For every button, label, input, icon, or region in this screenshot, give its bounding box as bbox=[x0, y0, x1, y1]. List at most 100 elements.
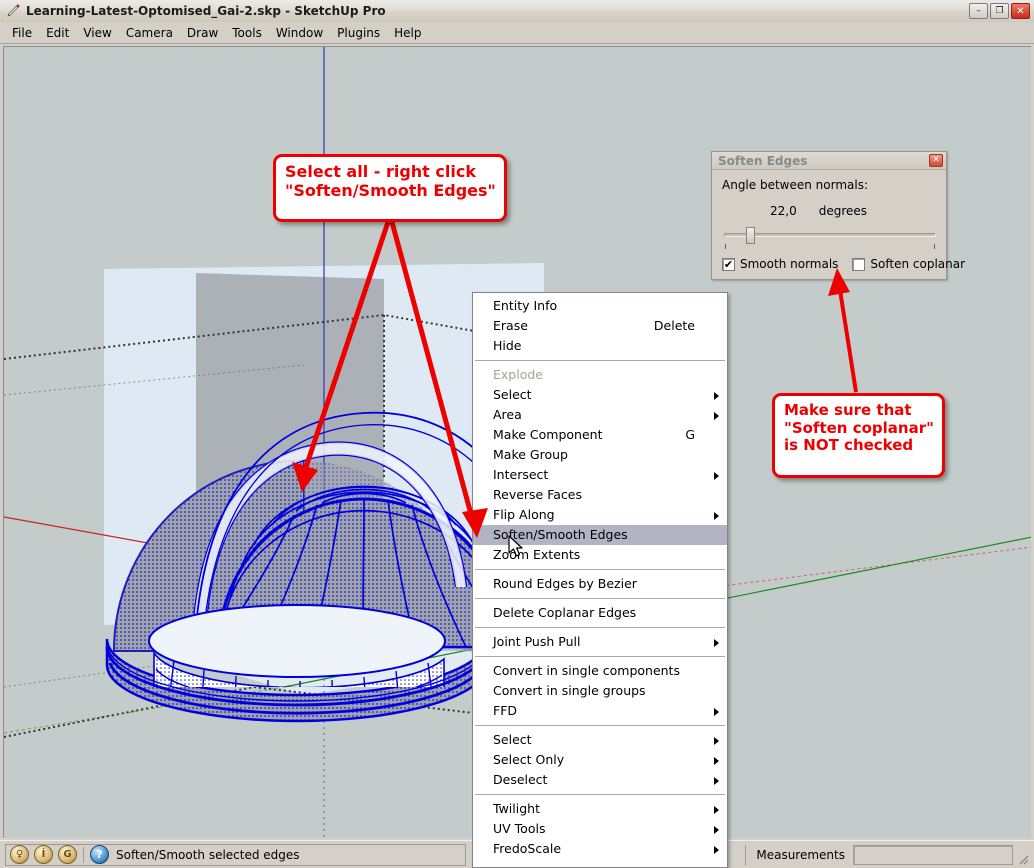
menubar-item-help[interactable]: Help bbox=[387, 24, 428, 42]
context-menu-item-make-group[interactable]: Make Group bbox=[473, 445, 727, 465]
context-menu-item-select[interactable]: Select bbox=[473, 730, 727, 750]
dialog-body: Angle between normals: 22,0 degrees ✔ Sm… bbox=[712, 170, 965, 271]
context-menu-item-label: Convert in single components bbox=[493, 663, 680, 678]
context-menu-item-label: Select bbox=[493, 387, 532, 402]
menubar-item-window[interactable]: Window bbox=[269, 24, 330, 42]
menubar-item-tools[interactable]: Tools bbox=[225, 24, 269, 42]
submenu-arrow-icon bbox=[714, 826, 719, 834]
submenu-arrow-icon bbox=[714, 708, 719, 716]
context-menu-item-erase[interactable]: Erase Delete bbox=[473, 316, 727, 336]
slider-tick-max bbox=[934, 244, 935, 249]
submenu-arrow-icon bbox=[714, 512, 719, 520]
callout-select-all-line-1: Select all - right click bbox=[285, 162, 476, 181]
angle-unit: degrees bbox=[818, 204, 868, 218]
smooth-normals-checkbox[interactable]: ✔ bbox=[722, 257, 735, 271]
status-text: Soften/Smooth selected edges bbox=[116, 847, 300, 862]
status-divider bbox=[83, 846, 84, 863]
context-menu[interactable]: Entity Info Erase Delete Hide Explode Select A… bbox=[472, 292, 728, 868]
dialog-close-button[interactable]: ✕ bbox=[929, 154, 943, 167]
context-menu-item-label: UV Tools bbox=[493, 821, 546, 836]
context-menu-item-label: Intersect bbox=[493, 467, 549, 482]
context-menu-item-label: FFD bbox=[493, 703, 518, 718]
submenu-arrow-icon bbox=[714, 777, 719, 785]
context-menu-item-entity-info[interactable]: Entity Info bbox=[473, 296, 727, 316]
help-icon[interactable]: ? bbox=[90, 845, 109, 864]
context-menu-item-flip-along[interactable]: Flip Along bbox=[473, 505, 727, 525]
minimize-button[interactable]: – bbox=[969, 3, 988, 19]
dialog-title: Soften Edges bbox=[718, 153, 808, 168]
context-menu-item-twilight[interactable]: Twilight bbox=[473, 799, 727, 819]
menubar-item-draw[interactable]: Draw bbox=[180, 24, 225, 42]
google-g-icon[interactable]: G bbox=[58, 845, 77, 864]
context-menu-item-label: Make Group bbox=[493, 447, 568, 462]
window-controls: – ❐ ✕ bbox=[969, 3, 1030, 19]
menubar-item-camera[interactable]: Camera bbox=[119, 24, 180, 42]
context-menu-item-deselect[interactable]: Deselect bbox=[473, 770, 727, 790]
submenu-arrow-icon bbox=[714, 472, 719, 480]
submenu-arrow-icon bbox=[714, 846, 719, 854]
context-menu-item-label: Deselect bbox=[493, 772, 548, 787]
close-button[interactable]: ✕ bbox=[1011, 3, 1030, 19]
location-pin-icon[interactable]: ♀ bbox=[10, 845, 29, 864]
angle-row: 22,0 degrees bbox=[722, 204, 936, 218]
context-menu-item-convert-in-single-groups[interactable]: Convert in single groups bbox=[473, 681, 727, 701]
person-icon[interactable]: İ bbox=[34, 845, 53, 864]
context-menu-item-fredoscale[interactable]: FredoScale bbox=[473, 839, 727, 859]
context-menu-item-label: Reverse Faces bbox=[493, 487, 582, 502]
callout-soften-coplanar-line-3: is NOT checked bbox=[784, 436, 914, 455]
title-bar: Learning-Latest-Optomised_Gai-2.skp - Sk… bbox=[0, 0, 1034, 23]
context-menu-item-label: Twilight bbox=[493, 801, 540, 816]
soften-edges-dialog[interactable]: Soften Edges ✕ Angle between normals: 22… bbox=[711, 151, 965, 280]
context-menu-item-round-edges-by-bezier[interactable]: Round Edges by Bezier bbox=[473, 574, 727, 594]
context-menu-item-label: Area bbox=[493, 407, 522, 422]
slider-thumb[interactable] bbox=[746, 227, 756, 244]
status-left-panel: ♀ İ G ? Soften/Smooth selected edges bbox=[5, 843, 466, 866]
measurements-divider bbox=[745, 845, 747, 865]
maximize-button[interactable]: ❐ bbox=[990, 3, 1009, 19]
context-menu-item-select-only[interactable]: Select Only bbox=[473, 750, 727, 770]
soften-coplanar-checkbox[interactable] bbox=[852, 257, 866, 271]
context-menu-item-joint-push-pull[interactable]: Joint Push Pull bbox=[473, 632, 727, 652]
window-title: Learning-Latest-Optomised_Gai-2.skp - Sk… bbox=[26, 4, 386, 18]
submenu-arrow-icon bbox=[714, 639, 719, 647]
context-menu-item-delete-coplanar-edges[interactable]: Delete Coplanar Edges bbox=[473, 603, 727, 623]
context-menu-item-label: Entity Info bbox=[493, 298, 558, 313]
context-menu-item-ffd[interactable]: FFD bbox=[473, 701, 727, 721]
menubar-item-file[interactable]: File bbox=[5, 24, 39, 42]
callout-select-all-line-2: "Soften/Smooth Edges" bbox=[285, 180, 496, 200]
context-menu-item-uv-tools[interactable]: UV Tools bbox=[473, 819, 727, 839]
soften-coplanar-label: Soften coplanar bbox=[870, 257, 966, 271]
context-menu-separator bbox=[475, 598, 725, 599]
context-menu-item-label: Select Only bbox=[493, 752, 565, 767]
menubar-item-plugins[interactable]: Plugins bbox=[330, 24, 387, 42]
context-menu-item-convert-in-single-components[interactable]: Convert in single components bbox=[473, 661, 727, 681]
context-menu-item-intersect[interactable]: Intersect bbox=[473, 465, 727, 485]
submenu-arrow-icon bbox=[714, 412, 719, 420]
context-menu-item-reverse-faces[interactable]: Reverse Faces bbox=[473, 485, 727, 505]
context-menu-item-make-component[interactable]: Make Component G bbox=[473, 425, 727, 445]
callout-soften-coplanar-line-2: "Soften coplanar" bbox=[784, 418, 934, 437]
callout-soften-coplanar-line-1: Make sure that bbox=[784, 401, 912, 419]
context-menu-separator bbox=[475, 569, 725, 570]
dialog-title-bar: Soften Edges ✕ bbox=[712, 152, 946, 170]
context-menu-item-explode: Explode bbox=[473, 365, 727, 385]
slider-track[interactable] bbox=[724, 233, 936, 237]
angle-slider[interactable] bbox=[722, 227, 936, 249]
context-menu-item-label: Convert in single groups bbox=[493, 683, 646, 698]
slider-tick-min bbox=[725, 244, 726, 249]
context-menu-item-label: Flip Along bbox=[493, 507, 555, 522]
context-menu-item-label: Zoom Extents bbox=[493, 547, 581, 562]
context-menu-item-hide[interactable]: Hide bbox=[473, 336, 727, 356]
callout-select-all: Select all - right click "Soften/Smooth … bbox=[273, 154, 507, 222]
context-menu-item-label: Joint Push Pull bbox=[493, 634, 581, 649]
menubar-item-view[interactable]: View bbox=[76, 24, 118, 42]
context-menu-item-select[interactable]: Select bbox=[473, 385, 727, 405]
context-menu-item-area[interactable]: Area bbox=[473, 405, 727, 425]
context-menu-item-label: Erase bbox=[493, 318, 528, 333]
menubar-item-edit[interactable]: Edit bbox=[39, 24, 76, 42]
measurements-input[interactable] bbox=[853, 845, 1013, 865]
sketchup-pencil-icon bbox=[5, 3, 21, 19]
menu-bar: File Edit View Camera Draw Tools Window Plugins… bbox=[0, 22, 1034, 44]
resize-grip[interactable] bbox=[1016, 851, 1030, 865]
angle-value: 22,0 bbox=[770, 204, 797, 218]
